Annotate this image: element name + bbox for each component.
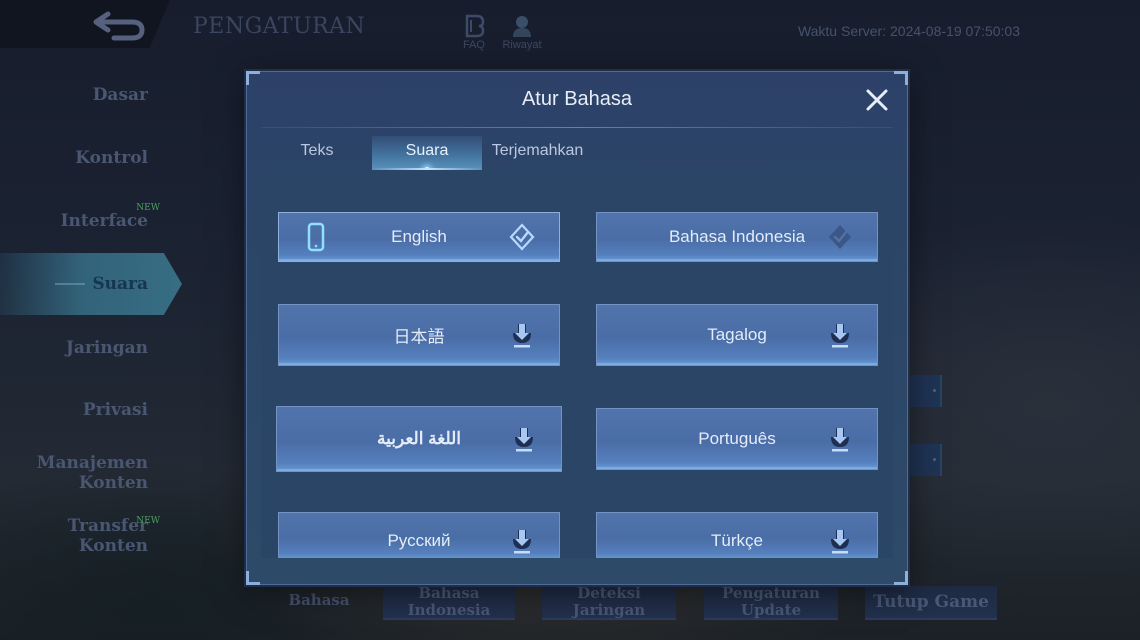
new-badge: NEW	[136, 203, 160, 213]
download-icon	[831, 428, 849, 452]
sidebar-item-dasar[interactable]: Dasar	[93, 85, 148, 105]
language-list[interactable]: English Bahasa Indonesia 日本語 Tagalog الل…	[261, 170, 893, 558]
language-option-arabic[interactable]: اللغة العربية	[276, 406, 562, 472]
language-value-line2: Indonesia	[407, 601, 491, 619]
sidebar-item-label-line1: Manajemen	[36, 453, 148, 473]
update-settings-button[interactable]: Pengaturan Update	[704, 584, 838, 620]
download-icon	[831, 529, 849, 554]
tab-label: Suara	[405, 142, 449, 159]
tab-label: Terjemahkan	[491, 142, 584, 159]
close-game-label: Tutup Game	[873, 591, 989, 612]
dialog-corner-ornament	[246, 571, 260, 585]
sidebar-active-highlight	[0, 253, 182, 315]
download-icon	[513, 324, 531, 348]
faq-label: FAQ	[462, 39, 485, 51]
sidebar-item-label: Privasi	[82, 400, 148, 420]
network-detect-button[interactable]: Deteksi Jaringan	[542, 584, 676, 620]
download-icon	[515, 428, 533, 452]
sidebar-item-label: Interface	[60, 211, 148, 231]
history-label: Riwayat	[502, 39, 542, 51]
language-label: Bahasa	[288, 591, 350, 609]
dialog-corner-ornament	[894, 571, 908, 585]
close-button[interactable]	[865, 88, 889, 112]
faq-book-icon	[465, 14, 485, 38]
sidebar-item-label: Dasar	[92, 85, 148, 105]
network-detect-label: Deteksi Jaringan	[572, 584, 646, 619]
language-option-bahasa-indonesia[interactable]: Bahasa Indonesia	[596, 212, 878, 262]
sidebar-item-interface[interactable]: Interface NEW	[60, 203, 160, 231]
title-divider	[261, 127, 893, 128]
close-game-button[interactable]: Tutup Game	[865, 586, 997, 620]
close-x-icon	[866, 89, 888, 111]
back-button[interactable]	[88, 8, 152, 44]
sidebar-item-label-line2: Konten	[78, 473, 148, 493]
sidebar-item-label: Suara	[92, 274, 148, 294]
sidebar-item-label-line2: Konten	[78, 536, 148, 556]
language-option-russian[interactable]: Русский	[278, 512, 560, 558]
background-toggle	[907, 375, 942, 407]
sidebar-item-jaringan[interactable]: Jaringan	[66, 338, 148, 358]
back-arrow-icon	[93, 11, 145, 41]
download-icon	[513, 529, 531, 554]
sidebar-item-suara[interactable]: Suara	[92, 274, 148, 294]
history-button[interactable]: Riwayat	[500, 14, 544, 51]
sidebar-item-privasi[interactable]: Privasi	[83, 400, 148, 420]
language-dialog: Atur Bahasa Teks Suara Terjemahkan Engli…	[246, 71, 908, 585]
background-toggle	[907, 444, 942, 476]
language-option-turkish[interactable]: Türkçe	[596, 512, 878, 558]
user-history-icon	[513, 16, 531, 37]
download-icon	[831, 324, 849, 348]
sidebar-item-label: Jaringan	[65, 338, 148, 358]
sidebar-item-manajemen-konten[interactable]: Manajemen Konten	[37, 453, 148, 493]
tab-label: Teks	[300, 142, 334, 159]
page-title: PENGATURAN	[193, 14, 366, 39]
tab-suara[interactable]: Suara	[372, 136, 482, 173]
language-select-button[interactable]: Bahasa Indonesia	[383, 584, 515, 620]
tab-teks[interactable]: Teks	[277, 136, 357, 170]
server-time: Waktu Server: 2024-08-19 07:50:03	[797, 23, 1020, 39]
dialog-corner-ornament	[894, 71, 908, 85]
language-option-english[interactable]: English	[278, 212, 560, 262]
update-settings-line1: Pengaturan	[722, 584, 820, 602]
update-settings-line2: Update	[740, 601, 802, 619]
language-option-tagalog[interactable]: Tagalog	[596, 304, 878, 366]
language-value-line1: Bahasa	[418, 584, 480, 602]
language-option-portuguese[interactable]: Português	[596, 408, 878, 470]
check-diamond-icon	[509, 223, 535, 251]
check-diamond-dim-icon	[829, 225, 851, 249]
sidebar-item-transfer-konten[interactable]: Transfer Konten NEW	[68, 516, 160, 556]
language-option-japanese[interactable]: 日本語	[278, 304, 560, 366]
faq-button[interactable]: FAQ	[452, 14, 496, 51]
tab-terjemahkan[interactable]: Terjemahkan	[490, 136, 585, 170]
dialog-title: Atur Bahasa	[521, 88, 633, 110]
sidebar-item-kontrol[interactable]: Kontrol	[75, 148, 148, 168]
new-badge: NEW	[136, 516, 160, 526]
sidebar-item-label: Kontrol	[75, 148, 148, 168]
dialog-corner-ornament	[246, 71, 260, 85]
